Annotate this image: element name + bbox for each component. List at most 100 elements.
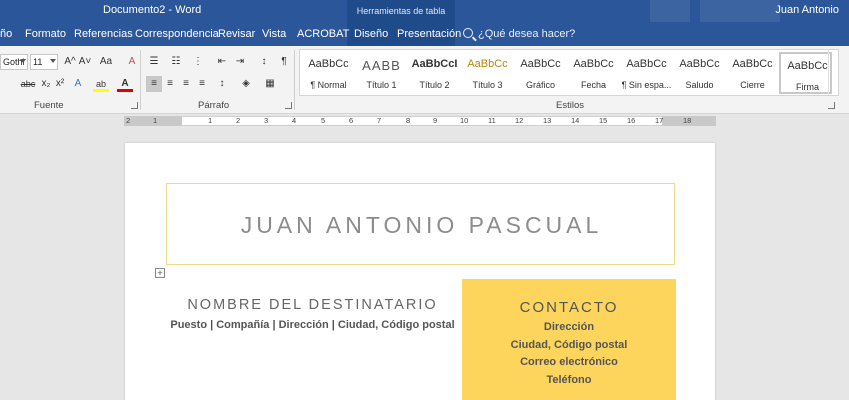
document-title: Documento2 - Word bbox=[103, 4, 202, 16]
ribbon: Gothi 11 A^ A˅ Aa A abc x₂ x² A ab A Fue… bbox=[0, 46, 849, 114]
bullets-icon[interactable]: ☰ bbox=[146, 54, 162, 70]
shading-icon[interactable]: ◈ bbox=[238, 76, 254, 92]
ruler-number: 4 bbox=[292, 116, 297, 125]
style-label: Título 1 bbox=[366, 80, 397, 90]
recipient-title[interactable]: NOMBRE DEL DESTINATARIO bbox=[166, 297, 459, 313]
search-placeholder: ¿Qué desea hacer? bbox=[478, 28, 576, 40]
user-name[interactable]: Juan Antonio bbox=[775, 4, 839, 16]
style-preview: AaBbCc bbox=[467, 58, 508, 70]
font-color-button[interactable]: A bbox=[117, 76, 133, 92]
style-label: Fecha bbox=[580, 80, 606, 90]
style-saludo[interactable]: AaBbCc Saludo bbox=[673, 52, 726, 94]
tab-formato[interactable]: Formato bbox=[25, 22, 66, 46]
style-label: Título 3 bbox=[472, 80, 503, 90]
style-preview: AaBbCc bbox=[573, 58, 614, 70]
superscript-button[interactable]: x² bbox=[52, 76, 68, 92]
ruler-number: 1 bbox=[208, 116, 213, 125]
style-label: Título 2 bbox=[419, 80, 450, 90]
decrease-indent-icon[interactable]: ⇤ bbox=[214, 54, 230, 70]
font-name-combo[interactable]: Gothi bbox=[0, 54, 28, 70]
style-titulo-1[interactable]: AABB Título 1 bbox=[355, 52, 408, 94]
styles-gallery: AaBbCc ¶ Normal AABB Título 1 AaBbCcI Tí… bbox=[299, 49, 839, 96]
ruler-number: 2 bbox=[126, 116, 131, 125]
tab-revisar[interactable]: Revisar bbox=[218, 22, 255, 46]
style-label: Firma bbox=[796, 82, 819, 92]
show-marks-icon[interactable]: ¶ bbox=[276, 54, 292, 70]
recipient-info[interactable]: Puesto | Compañía | Dirección | Ciudad, … bbox=[166, 318, 459, 332]
paragraph-dialog-launcher[interactable] bbox=[285, 102, 292, 109]
style-preview: AaBbCc bbox=[308, 58, 349, 70]
strikethrough-button[interactable]: abc bbox=[18, 76, 38, 92]
style-preview: AaBbCc bbox=[732, 58, 773, 70]
chevron-down-icon bbox=[20, 59, 26, 63]
align-center-icon[interactable]: ≡ bbox=[162, 76, 178, 92]
tab-presentacion[interactable]: Presentación bbox=[397, 22, 461, 46]
tab-diseno[interactable]: Diseño bbox=[354, 22, 388, 46]
tab-vista[interactable]: Vista bbox=[262, 22, 286, 46]
horizontal-ruler[interactable]: 2 1 1 2 3 4 5 6 7 8 9 10 11 12 13 14 15 … bbox=[0, 114, 849, 128]
numbering-icon[interactable]: ☷ bbox=[168, 54, 184, 70]
multilevel-list-icon[interactable]: ⋮ bbox=[190, 54, 206, 70]
document-page[interactable]: JUAN ANTONIO PASCUAL + NOMBRE DEL DESTIN… bbox=[125, 143, 715, 400]
tell-me-search[interactable]: ¿Qué desea hacer? bbox=[463, 22, 575, 46]
tab-correspondencia[interactable]: Correspondencia bbox=[135, 22, 219, 46]
ruler-number: 11 bbox=[488, 116, 496, 125]
ruler-number: 7 bbox=[377, 116, 382, 125]
clear-format-button[interactable]: A bbox=[124, 54, 140, 70]
contact-email[interactable]: Correo electrónico bbox=[462, 356, 676, 368]
name-header-box[interactable]: JUAN ANTONIO PASCUAL bbox=[166, 183, 675, 265]
grow-font-button[interactable]: A^ bbox=[62, 54, 78, 70]
style-cierre[interactable]: AaBbCc Cierre bbox=[726, 52, 779, 94]
style-preview: AaBbCc bbox=[626, 58, 667, 70]
ruler-number: 2 bbox=[236, 116, 241, 125]
ruler-number: 12 bbox=[515, 116, 524, 125]
font-size-combo[interactable]: 11 bbox=[30, 54, 58, 70]
tab-acrobat[interactable]: ACROBAT bbox=[297, 22, 349, 46]
group-separator bbox=[294, 50, 295, 110]
highlight-button[interactable]: ab bbox=[93, 76, 109, 92]
text-effects-button[interactable]: A bbox=[70, 76, 86, 92]
borders-icon[interactable]: ▦ bbox=[262, 76, 278, 92]
justify-icon[interactable]: ≡ bbox=[194, 76, 210, 92]
author-name[interactable]: JUAN ANTONIO PASCUAL bbox=[167, 212, 676, 239]
style-preview: AaBbCc bbox=[679, 58, 720, 70]
contact-box[interactable]: CONTACTO Dirección Ciudad, Código postal… bbox=[462, 279, 676, 400]
tab-referencias[interactable]: Referencias bbox=[74, 22, 133, 46]
styles-gallery-scroll[interactable] bbox=[828, 50, 838, 95]
align-right-icon[interactable]: ≡ bbox=[178, 76, 194, 92]
shrink-font-button[interactable]: A˅ bbox=[77, 54, 93, 70]
title-decoration bbox=[700, 0, 780, 22]
search-icon bbox=[463, 28, 473, 38]
contact-city[interactable]: Ciudad, Código postal bbox=[462, 339, 676, 351]
style-fecha[interactable]: AaBbCc Fecha bbox=[567, 52, 620, 94]
style-label: Gráfico bbox=[525, 80, 555, 90]
style-titulo-3[interactable]: AaBbCc Título 3 bbox=[461, 52, 514, 94]
contact-phone[interactable]: Teléfono bbox=[462, 374, 676, 386]
style-sin-espaciado[interactable]: AaBbCc ¶ Sin espa... bbox=[620, 52, 673, 94]
style-label: Cierre bbox=[740, 80, 765, 90]
table-move-handle[interactable]: + bbox=[155, 268, 165, 278]
style-firma[interactable]: AaBbCc Firma bbox=[779, 52, 832, 94]
align-left-icon[interactable]: ≡ bbox=[146, 76, 162, 92]
style-normal[interactable]: AaBbCc ¶ Normal bbox=[302, 52, 355, 94]
line-spacing-icon[interactable]: ↕ bbox=[214, 76, 230, 92]
increase-indent-icon[interactable]: ⇥ bbox=[232, 54, 248, 70]
style-preview: AaBbCc bbox=[787, 60, 828, 72]
table-tools-header: Herramientas de tabla bbox=[347, 0, 455, 22]
ruler-number: 13 bbox=[543, 116, 552, 125]
sort-icon[interactable]: ↕ bbox=[256, 54, 272, 70]
style-titulo-2[interactable]: AaBbCcI Título 2 bbox=[408, 52, 461, 94]
title-decoration bbox=[650, 0, 690, 22]
style-grafico[interactable]: AaBbCc Gráfico bbox=[514, 52, 567, 94]
contact-title[interactable]: CONTACTO bbox=[462, 299, 676, 316]
group-label-styles: Estilos bbox=[556, 100, 584, 111]
font-dialog-launcher[interactable] bbox=[131, 102, 138, 109]
ruler-number: 16 bbox=[627, 116, 636, 125]
tab-diseno-partial[interactable]: ño bbox=[0, 22, 12, 46]
styles-dialog-launcher[interactable] bbox=[828, 102, 835, 109]
change-case-button[interactable]: Aa bbox=[96, 54, 116, 70]
chevron-down-icon bbox=[50, 59, 56, 63]
style-label: Saludo bbox=[685, 80, 714, 90]
contact-address[interactable]: Dirección bbox=[462, 321, 676, 333]
style-preview: AABB bbox=[362, 58, 401, 73]
